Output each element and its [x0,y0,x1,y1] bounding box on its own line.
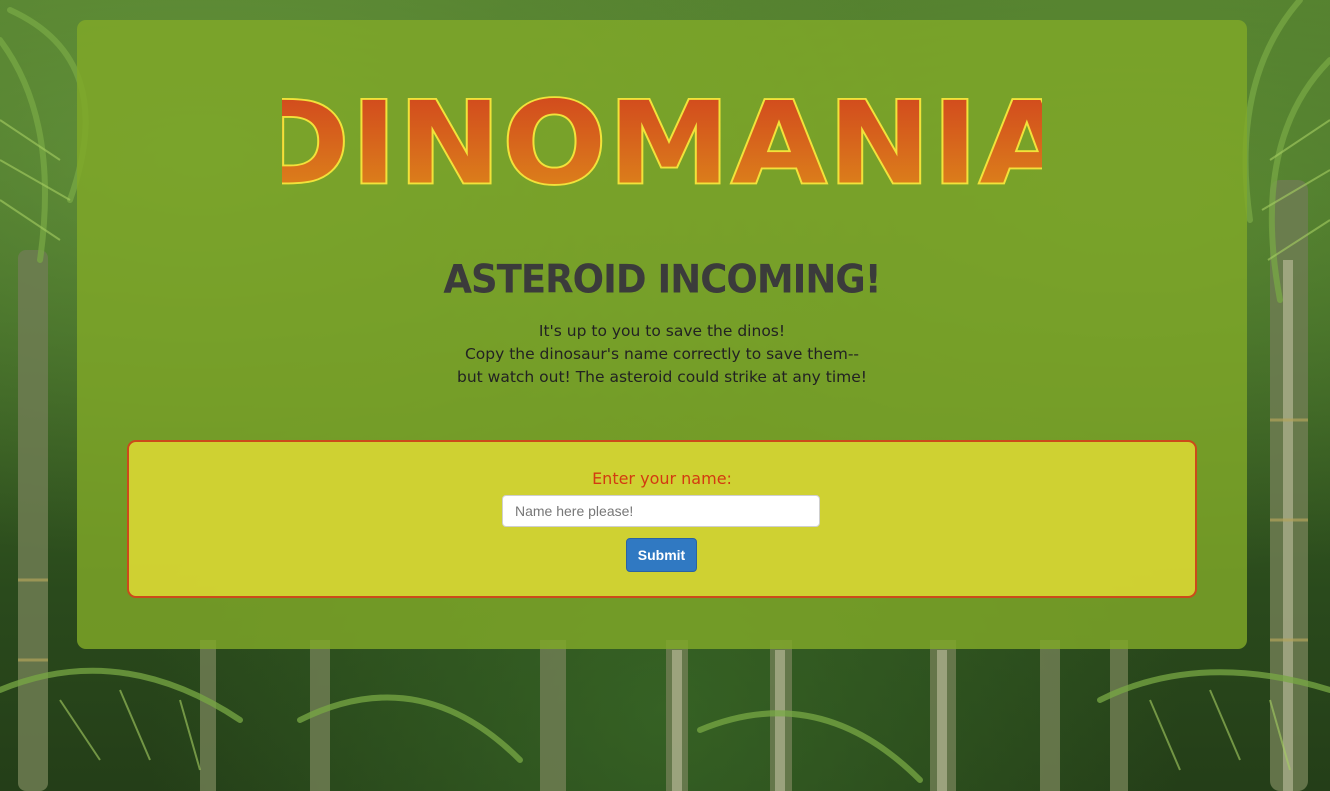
dinomania-logo-graphic: DINOMANIA [282,82,1042,211]
page-title: ASTEROID INCOMING! [443,256,881,303]
intro-text: It's up to you to save the dinos! Copy t… [77,320,1247,389]
name-form: Enter your name: Submit [127,440,1197,598]
intro-line: but watch out! The asteroid could strike… [456,368,868,386]
submit-button[interactable]: Submit [626,538,697,572]
main-panel: DINOMANIA ASTEROID INCOMING! It's up to … [77,20,1247,649]
logo-text: DINOMANIA [282,82,1042,209]
dinomania-logo: DINOMANIA [77,82,1247,212]
name-label: Enter your name: [592,469,732,488]
intro-line: It's up to you to save the dinos! [538,322,786,340]
intro-line: Copy the dinosaur's name correctly to sa… [464,345,860,363]
name-input[interactable] [502,495,820,527]
